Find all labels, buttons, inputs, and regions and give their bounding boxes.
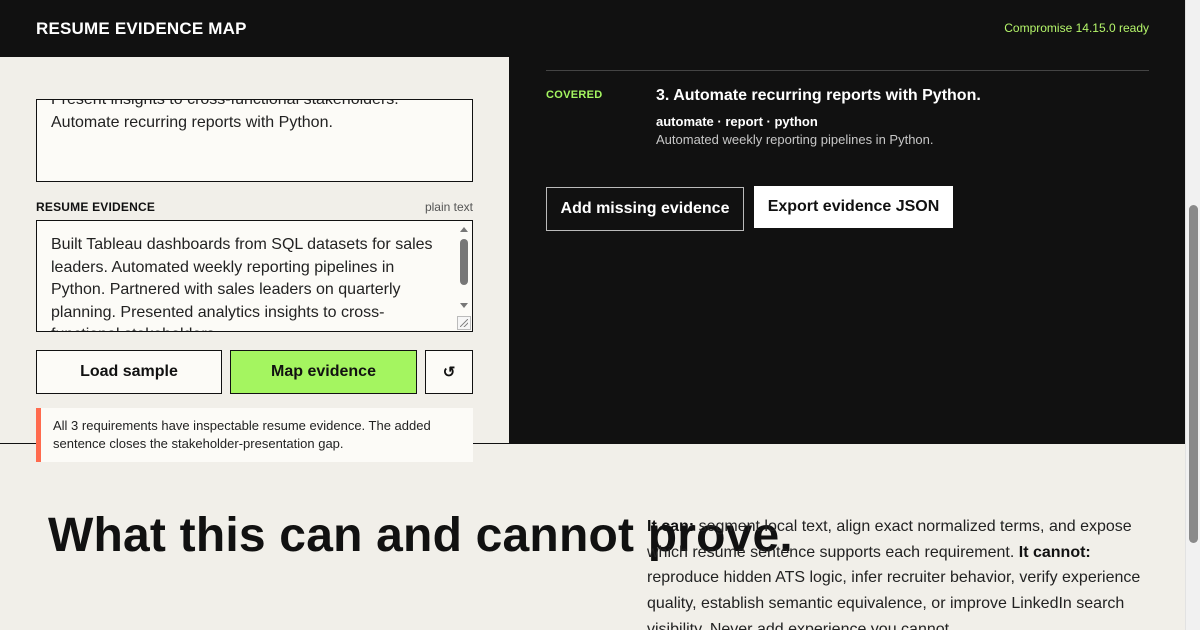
scroll-up-arrow-icon[interactable] [460, 227, 468, 232]
textarea-scrollbar[interactable] [458, 225, 470, 311]
requirement-title: 3. Automate recurring reports with Pytho… [656, 87, 981, 104]
requirements-textarea[interactable]: Present insights to cross-functional sta… [36, 99, 473, 182]
page-scrollbar[interactable] [1185, 0, 1200, 630]
requirement-line-2: Present insights to cross-functional sta… [51, 99, 399, 108]
top-bar: RESUME EVIDENCE MAP Compromise 14.15.0 r… [0, 0, 1185, 57]
result-divider [546, 70, 1149, 71]
export-evidence-json-button[interactable]: Export evidence JSON [753, 185, 954, 229]
resume-evidence-label: RESUME EVIDENCE [36, 200, 156, 214]
can-label: It can: [647, 518, 695, 535]
page-scroll-thumb[interactable] [1189, 205, 1198, 543]
cannot-label: It cannot: [1018, 543, 1091, 561]
reset-icon[interactable]: ↺ [425, 350, 473, 394]
resume-text: Built Tableau dashboards from SQL datase… [51, 236, 433, 331]
matched-terms: automate · report · python [656, 114, 818, 129]
limits-explanation: It can: segment local text, align exact … [647, 514, 1147, 630]
input-panel: Present insights to cross-functional sta… [0, 57, 509, 462]
resume-label-row: RESUME EVIDENCE plain text [36, 200, 473, 214]
map-evidence-button[interactable]: Map evidence [230, 350, 417, 394]
resume-evidence-textarea[interactable]: Built Tableau dashboards from SQL datase… [36, 220, 473, 332]
requirement-line-3: Automate recurring reports with Python. [51, 113, 333, 131]
app-title: RESUME EVIDENCE MAP [36, 19, 247, 38]
scroll-down-arrow-icon[interactable] [460, 303, 468, 308]
covered-badge: COVERED [546, 89, 603, 101]
load-sample-button[interactable]: Load sample [36, 350, 222, 394]
status-notice: All 3 requirements have inspectable resu… [36, 408, 473, 462]
results-panel: COVERED 3. Automate recurring reports wi… [509, 57, 1185, 444]
scroll-thumb[interactable] [460, 239, 468, 285]
add-missing-evidence-button[interactable]: Add missing evidence [546, 187, 744, 231]
resize-grip-icon[interactable] [457, 316, 471, 330]
evidence-sentence: Automated weekly reporting pipelines in … [656, 132, 934, 147]
library-status: Compromise 14.15.0 ready [1004, 21, 1149, 35]
plain-text-hint: plain text [424, 200, 473, 214]
cannot-text: reproduce hidden ATS logic, infer recrui… [647, 569, 1141, 630]
